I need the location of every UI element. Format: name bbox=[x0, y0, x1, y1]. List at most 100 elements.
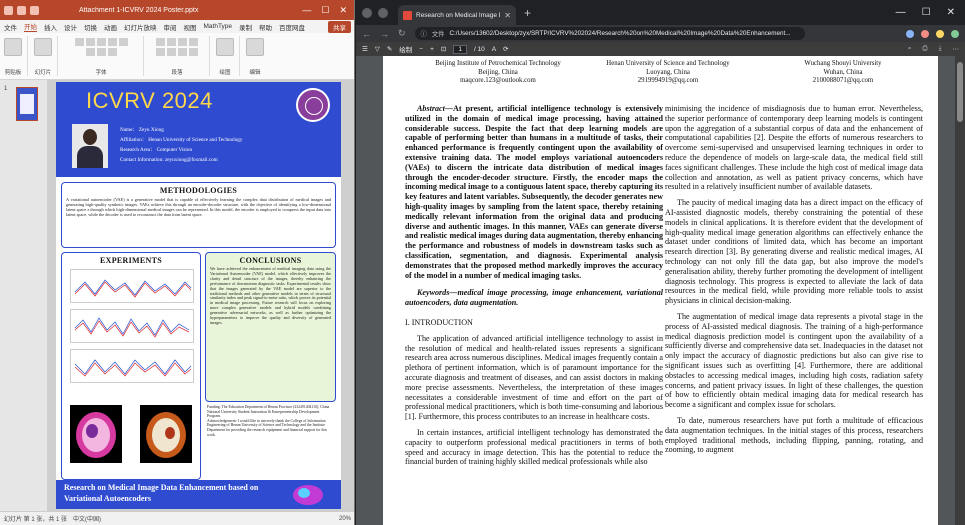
page-total: / 10 bbox=[473, 45, 485, 53]
methodologies-text: A variational autoencoder (VAE) is a gen… bbox=[66, 197, 331, 218]
tab-mathtype[interactable]: MathType bbox=[204, 23, 233, 30]
shapes-icon[interactable] bbox=[216, 38, 234, 56]
align-center-icon[interactable] bbox=[167, 48, 176, 56]
font-color-icon[interactable] bbox=[118, 38, 128, 46]
tab-file[interactable]: 文件 bbox=[4, 22, 17, 32]
poster-title: Research on Medical Image Data Enhanceme… bbox=[64, 483, 259, 503]
tab-design[interactable]: 设计 bbox=[64, 22, 77, 32]
address-bar[interactable]: ⓘ 文件 C:/Users/13602/Desktop/zyx/SRTP/ICV… bbox=[414, 27, 805, 40]
file-info-icon[interactable]: ⓘ bbox=[421, 29, 427, 38]
save-icon[interactable] bbox=[4, 5, 13, 15]
tab-baidu-netdisk[interactable]: 百度网盘 bbox=[279, 22, 305, 32]
zoom-out-icon[interactable]: − bbox=[419, 46, 423, 53]
share-button[interactable]: 共享 bbox=[328, 20, 351, 33]
undo-icon[interactable] bbox=[17, 5, 26, 15]
print-icon[interactable]: ⎙ bbox=[922, 45, 927, 53]
font-size-up-icon[interactable] bbox=[85, 48, 95, 56]
university-logo-icon bbox=[296, 88, 330, 122]
text-read-icon[interactable]: A bbox=[492, 46, 496, 53]
underline-icon[interactable] bbox=[96, 38, 106, 46]
tab-view[interactable]: 视图 bbox=[184, 22, 197, 32]
menu-icon[interactable]: ☰ bbox=[362, 45, 368, 53]
new-slide-icon[interactable] bbox=[34, 38, 52, 56]
clear-format-icon[interactable] bbox=[107, 48, 117, 56]
justify-icon[interactable] bbox=[189, 48, 198, 56]
search-icon[interactable]: ⌕ bbox=[908, 45, 912, 53]
page-number-input[interactable]: 1 bbox=[453, 44, 467, 54]
ribbon-group-drawing: 绘图 bbox=[216, 36, 240, 76]
bullets-icon[interactable] bbox=[156, 38, 165, 46]
close-icon[interactable]: ✕ bbox=[947, 7, 955, 18]
url-text[interactable]: C:/Users/13602/Desktop/zyx/SRTP/ICVRV%20… bbox=[449, 30, 790, 37]
affiliation-location: Beijing, China bbox=[478, 68, 518, 76]
affiliation-location: Wuhan, China bbox=[823, 68, 863, 76]
scrollbar-thumb[interactable] bbox=[957, 62, 963, 122]
experiments-title: EXPERIMENTS bbox=[100, 256, 162, 265]
extension-icon[interactable] bbox=[921, 29, 929, 38]
line-spacing-icon[interactable] bbox=[189, 38, 198, 46]
back-icon[interactable]: ← bbox=[362, 29, 371, 39]
scrollbar[interactable] bbox=[955, 56, 965, 525]
extension-icon[interactable] bbox=[951, 29, 959, 38]
filter-icon[interactable]: ▽ bbox=[375, 45, 380, 53]
abstract-label: Abstract bbox=[417, 104, 445, 113]
reload-icon[interactable]: ↻ bbox=[398, 28, 406, 39]
forward-icon[interactable]: → bbox=[380, 29, 389, 39]
minimize-icon[interactable]: — bbox=[896, 7, 906, 18]
maximize-icon[interactable]: ☐ bbox=[922, 7, 931, 18]
close-icon[interactable]: ✕ bbox=[339, 5, 347, 16]
browser-tab-active[interactable]: Research on Medical Image Data ✕ bbox=[398, 5, 516, 25]
indent-icon[interactable] bbox=[178, 38, 187, 46]
language-status[interactable]: 中文(中国) bbox=[73, 514, 101, 523]
redo-icon[interactable] bbox=[30, 5, 39, 15]
draw-icon[interactable]: ✎ bbox=[387, 45, 392, 53]
brain-illustration-icon bbox=[288, 482, 328, 507]
italic-icon[interactable] bbox=[85, 38, 95, 46]
tab-review[interactable]: 审阅 bbox=[164, 22, 177, 32]
find-icon[interactable] bbox=[246, 38, 264, 56]
tab-help[interactable]: 帮助 bbox=[259, 22, 272, 32]
keywords-label: Keywords bbox=[417, 288, 450, 298]
pdf-page: Beijing Institute of Petrochemical Techn… bbox=[383, 56, 938, 525]
body-paragraph: To date, numerous researchers have put f… bbox=[665, 415, 923, 455]
pdf-icon bbox=[403, 10, 412, 20]
align-right-icon[interactable] bbox=[178, 48, 187, 56]
tab-insert[interactable]: 插入 bbox=[44, 22, 57, 32]
paste-icon[interactable] bbox=[4, 38, 22, 56]
tab-animations[interactable]: 动画 bbox=[104, 22, 117, 32]
draw-label[interactable]: 绘制 bbox=[399, 44, 412, 54]
author-affiliation-1: Beijing Institute of Petrochemical Techn… bbox=[413, 60, 583, 86]
tab-home[interactable]: 开始 bbox=[24, 21, 37, 32]
methodologies-title: METHODOLOGIES bbox=[159, 186, 238, 195]
tab-transitions[interactable]: 切换 bbox=[84, 22, 97, 32]
tab-record[interactable]: 录制 bbox=[239, 22, 252, 32]
rotate-icon[interactable]: ⟳ bbox=[503, 45, 508, 53]
fit-page-icon[interactable]: ⊡ bbox=[441, 45, 446, 53]
brain-scan-image bbox=[140, 405, 192, 463]
poster-slide[interactable]: ICVRV 2024 Name： Zeyu Xiong Affiliation：… bbox=[56, 82, 341, 509]
zoom-in-icon[interactable]: + bbox=[430, 46, 434, 53]
maximize-icon[interactable]: ☐ bbox=[321, 5, 329, 16]
extension-icon[interactable] bbox=[936, 29, 944, 38]
affiliation-email: 2100088071@qq.com bbox=[812, 77, 874, 84]
slide-thumbnail[interactable] bbox=[16, 87, 38, 121]
minimize-icon[interactable]: — bbox=[302, 5, 311, 16]
tab-slideshow[interactable]: 幻灯片放映 bbox=[124, 22, 157, 32]
new-tab-icon[interactable]: + bbox=[524, 6, 531, 20]
zoom-level[interactable]: 20% bbox=[339, 516, 351, 522]
strike-icon[interactable] bbox=[107, 38, 117, 46]
numbering-icon[interactable] bbox=[167, 38, 176, 46]
tab-actions-icon[interactable] bbox=[378, 7, 388, 18]
font-size-down-icon[interactable] bbox=[96, 48, 106, 56]
ppt-title-bar: Attachment 1-ICVRV 2024 Poster.pptx — ☐ … bbox=[0, 0, 354, 20]
more-icon[interactable]: ⋯ bbox=[953, 45, 960, 53]
extension-icon[interactable] bbox=[906, 29, 914, 38]
tab-close-icon[interactable]: ✕ bbox=[504, 11, 511, 20]
align-left-icon[interactable] bbox=[156, 48, 165, 56]
bold-icon[interactable] bbox=[74, 38, 84, 46]
pdf-viewport[interactable]: Beijing Institute of Petrochemical Techn… bbox=[356, 56, 965, 525]
profile-icon[interactable] bbox=[362, 7, 372, 18]
save-icon[interactable]: ⤓ bbox=[939, 45, 942, 53]
slide-count-status: 幻灯片 第 1 张，共 1 张 bbox=[4, 517, 68, 523]
ribbon-group-clipboard: 剪贴板 bbox=[4, 36, 28, 76]
